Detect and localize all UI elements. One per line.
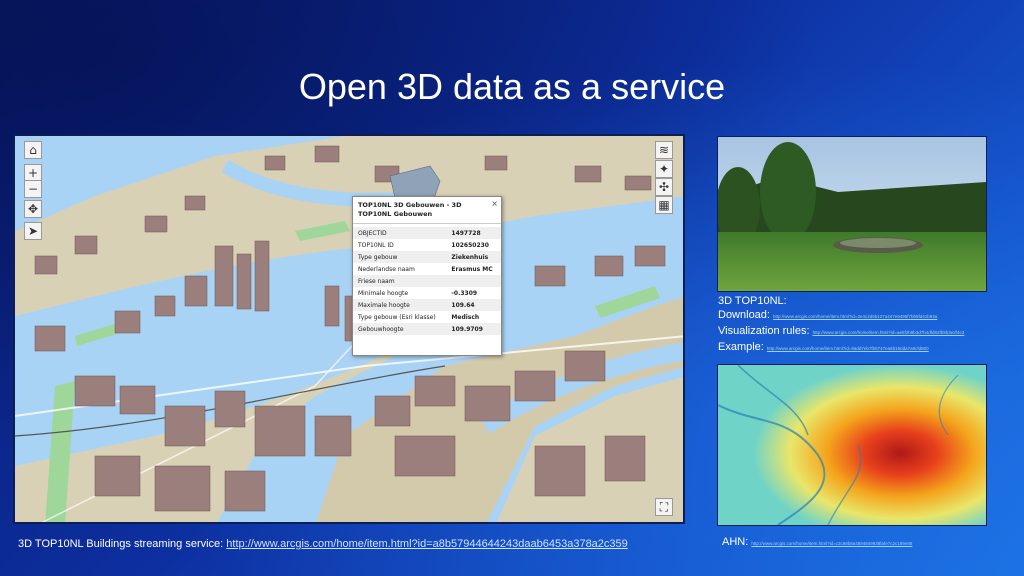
navigate-icon[interactable]: ✦ — [655, 160, 673, 178]
table-row: Type gebouw Ziekenhuis — [353, 251, 501, 263]
example-line: Example: http://www.arcgis.com/home/item… — [718, 341, 929, 353]
table-row: TOP10NL ID 102650230 — [358, 241, 489, 249]
buildings-service-link[interactable]: http://www.arcgis.com/home/item.html?id=… — [226, 538, 627, 550]
table-row: Gebouwhoogte 109.9709 — [353, 323, 501, 335]
3d-terrain-image — [717, 136, 987, 292]
table-row: Type gebouw (Esri klasse) Medisch — [358, 313, 480, 321]
example-link[interactable]: http://www.arcgis.com/home/item.html?id=… — [767, 346, 929, 351]
table-row: Minimale hoogte -0.3309 — [358, 289, 478, 297]
home-icon[interactable]: ⌂ — [24, 141, 42, 159]
basemap-icon[interactable]: ▦ — [655, 196, 673, 214]
popup-title: TOP10NL 3D Gebouwen - 3D TOP10NL Gebouwe… — [353, 197, 501, 224]
ahn-caption: AHN: http://www.arcgis.com/home/item.htm… — [722, 536, 913, 548]
compass-icon[interactable]: ➤ — [24, 222, 42, 240]
buildings-service-caption: 3D TOP10NL Buildings streaming service: … — [18, 538, 628, 550]
visualization-link[interactable]: http://www.arcgis.com/home/item.html?id=… — [813, 330, 965, 335]
download-link[interactable]: http://www.arcgis.com/home/item.html?id=… — [773, 314, 937, 319]
ahn-elevation-image — [717, 364, 987, 526]
download-line: Download: http://www.arcgis.com/home/ite… — [718, 309, 938, 321]
city-scene — [15, 136, 683, 522]
feature-popup[interactable]: TOP10NL 3D Gebouwen - 3D TOP10NL Gebouwe… — [352, 196, 502, 356]
slide-title: Open 3D data as a service — [298, 66, 726, 107]
ahn-link[interactable]: http://www.arcgis.com/home/item.html?id=… — [751, 541, 912, 546]
zoom-out-icon[interactable]: − — [24, 180, 42, 198]
close-icon[interactable]: × — [491, 199, 498, 208]
popup-attributes-table: OBJECTID 1497728 TOP10NL ID 102650230 Type… — [353, 227, 501, 335]
table-row: OBJECTID 1497728 — [353, 227, 501, 239]
top10nl-info: 3D TOP10NL: Download: http://www.arcgis.… — [718, 294, 964, 356]
pan-icon[interactable]: ✥ — [24, 200, 42, 218]
fullscreen-icon[interactable]: ⛶ — [655, 498, 673, 516]
scene-viewer[interactable]: ⌂ + − ✥ ➤ ≋ ✦ ✣ ▦ ⛶ TOP10NL 3D Gebouwen … — [13, 134, 685, 524]
table-row: Friese naam — [353, 275, 501, 287]
info-heading: 3D TOP10NL: — [718, 295, 787, 307]
table-row: Maximale hoogte 109.64 — [353, 299, 501, 311]
move-icon[interactable]: ✣ — [655, 178, 673, 196]
table-row: Nederlandse naam Erasmus MC — [358, 265, 493, 273]
layers-icon[interactable]: ≋ — [655, 141, 673, 159]
visualization-line: Visualization rules: http://www.arcgis.c… — [718, 325, 965, 337]
